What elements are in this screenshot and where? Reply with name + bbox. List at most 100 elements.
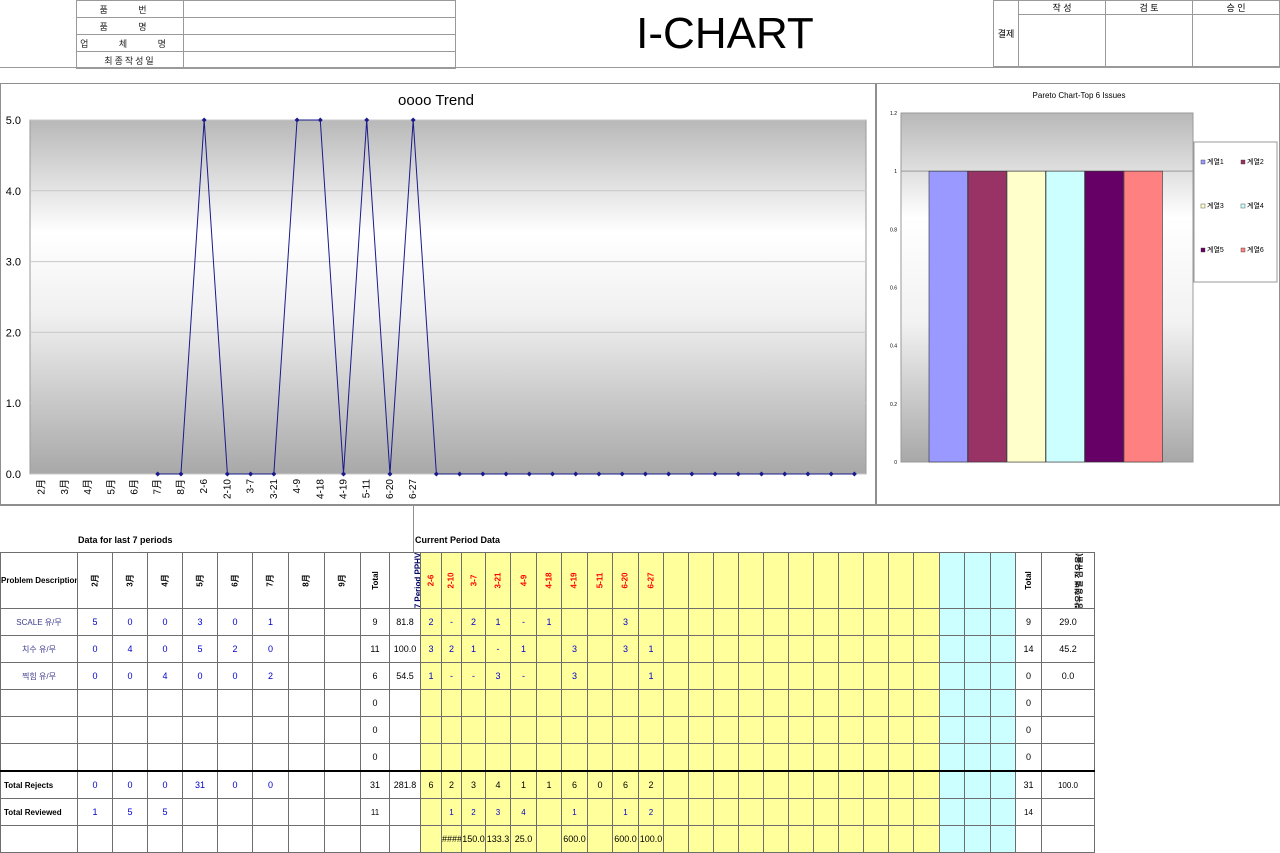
period-header-empty [838, 552, 864, 609]
period-value [838, 716, 864, 744]
row-right-total: 0 [1015, 689, 1042, 717]
period-value [587, 743, 613, 772]
period-value: 3 [561, 635, 588, 663]
period-value [461, 689, 486, 717]
row-total: 6 [360, 662, 390, 690]
row-description [0, 825, 78, 853]
period-value [913, 743, 940, 772]
period-value [763, 743, 789, 772]
trend-x-tick: 3月 [59, 479, 71, 495]
period-value [485, 716, 511, 744]
header-info-table: 품 번 품 명 업 체 명 최종작성일 [76, 0, 456, 69]
period-value [587, 608, 613, 636]
extra-value [990, 743, 1016, 772]
section-vertical-divider [413, 504, 414, 552]
month-value [288, 716, 325, 744]
period-value [863, 798, 889, 826]
row-right-total: 9 [1015, 608, 1042, 636]
period-value [612, 689, 639, 717]
month-value [217, 743, 253, 772]
period-value [688, 798, 714, 826]
period-value [688, 743, 714, 772]
period-value [888, 716, 914, 744]
trend-y-tick: 0.0 [6, 469, 21, 481]
extra-value [964, 662, 991, 690]
pareto-legend-swatch [1200, 203, 1206, 209]
period-value: 0 [587, 770, 613, 799]
period-value [888, 825, 914, 853]
period-value: 3 [461, 770, 486, 799]
period-value [536, 662, 562, 690]
pareto-y-tick: 1 [894, 169, 897, 175]
rate-header-text: 불량유형별 점유율(%) [1074, 552, 1084, 609]
period-value: 3 [420, 635, 442, 663]
extra-value [990, 716, 1016, 744]
period-value [838, 635, 864, 663]
month-value: 4 [112, 635, 148, 663]
period-header-text: 6-27 [646, 572, 656, 589]
period-value: 1 [510, 635, 537, 663]
period-value [420, 716, 442, 744]
month-value [77, 743, 113, 772]
row-rate: 100.0 [1041, 770, 1095, 799]
extra-value [990, 798, 1016, 826]
period-header: 4-18 [536, 552, 562, 609]
period-value [838, 608, 864, 636]
period-value [913, 716, 940, 744]
trend-title: oooo Trend [398, 92, 474, 109]
period-value: 3 [485, 662, 511, 690]
month-header-text: 2月 [90, 574, 100, 587]
month-value [288, 635, 325, 663]
extra-header [990, 552, 1016, 609]
period-value [536, 716, 562, 744]
header-value-last-date[interactable] [183, 51, 456, 69]
row-description: 찍힘 유/무 [0, 662, 78, 690]
header-value-part-no[interactable] [183, 0, 456, 18]
period-value [738, 689, 764, 717]
period-value [713, 798, 739, 826]
trend-x-tick: 6-27 [408, 479, 419, 499]
month-header: 3月 [112, 552, 148, 609]
approval-box-review[interactable] [1105, 14, 1193, 67]
period-value: 1 [485, 608, 511, 636]
period-value [863, 825, 889, 853]
period-value [420, 825, 442, 853]
period-value [536, 743, 562, 772]
pareto-legend-swatch [1200, 247, 1206, 253]
row-right-total: 0 [1015, 716, 1042, 744]
pareto-bar [1006, 170, 1046, 463]
period-value [485, 689, 511, 717]
period-value [420, 798, 442, 826]
period-header-text: 2-10 [446, 572, 456, 589]
period-value [838, 689, 864, 717]
data-table: Problem Description 2月 3月 4月 5月 6月 7月 8月 9月 Total… [0, 552, 1095, 853]
month-value: 0 [252, 770, 289, 799]
row-rate [1041, 716, 1095, 744]
period-value [863, 743, 889, 772]
period-value: 600.0 [561, 825, 588, 853]
approval-box-write[interactable] [1018, 14, 1106, 67]
period-value: 1 [461, 635, 486, 663]
approval-box-approve[interactable] [1192, 14, 1280, 67]
pareto-bar [928, 170, 968, 463]
period-value [763, 825, 789, 853]
period-value [612, 743, 639, 772]
period-header-empty [688, 552, 714, 609]
month-value: 0 [252, 635, 289, 663]
period-value [536, 825, 562, 853]
period-value [561, 608, 588, 636]
month-value [324, 770, 361, 799]
month-value [182, 716, 218, 744]
header-value-company[interactable] [183, 34, 456, 52]
trend-x-tick: 8月 [175, 479, 187, 495]
trend-x-tick: 2-10 [222, 479, 233, 499]
extra-value [990, 635, 1016, 663]
month-header-text: 6月 [230, 574, 240, 587]
period-value: 1 [536, 608, 562, 636]
table-header-row: Problem Description 2月 3月 4月 5月 6月 7月 8月 9月 Total… [0, 552, 1095, 609]
period-value [763, 635, 789, 663]
month-value [324, 825, 361, 853]
extra-value [964, 798, 991, 826]
header-value-part-name[interactable] [183, 17, 456, 35]
month-value: 5 [182, 635, 218, 663]
